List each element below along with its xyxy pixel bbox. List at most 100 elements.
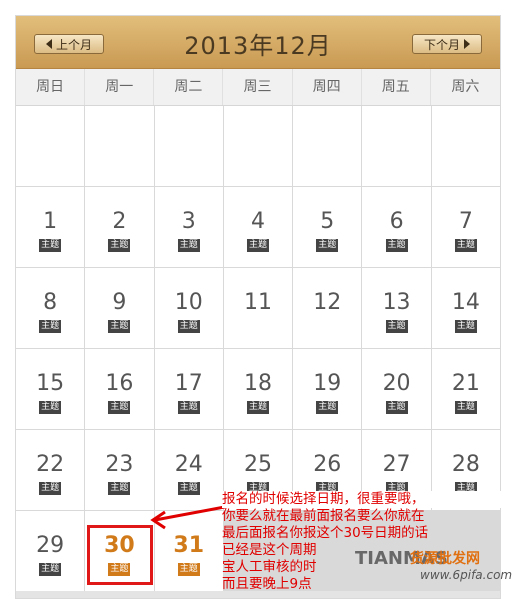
day-cell-18[interactable]: 18 主题 [223,349,293,429]
watermark-cn: 货源批发网 [410,551,480,567]
day-number: 7 [458,209,473,234]
next-month-button[interactable]: 下个月 [412,34,482,54]
day-cell-6[interactable]: 6 主题 [362,187,431,267]
day-theme-badge: 主题 [177,320,200,333]
weekday-tue: 周二 [154,69,224,105]
watermark-url: www.6pifa.com [420,568,513,582]
day-theme-badge: 主题 [246,401,269,414]
empty-day-cell [293,106,362,186]
day-number: 8 [43,290,58,315]
day-number: 17 [174,371,203,396]
day-cell-30[interactable]: 30 主题 [85,511,154,591]
chevron-right-icon [464,39,470,49]
day-cell-24[interactable]: 24 主题 [154,430,223,510]
day-cell-29[interactable]: 29 主题 [16,511,85,591]
day-theme-badge: 主题 [385,401,408,414]
annotation-line-3: 最后面报名你报这个30号日期的话 [222,525,429,541]
day-number: 29 [36,533,65,558]
day-cell-1[interactable]: 1 主题 [16,187,85,267]
day-cell-19[interactable]: 19 主题 [293,349,362,429]
day-number: 25 [243,452,272,477]
day-theme-badge: 主题 [108,320,131,333]
day-theme-badge: 主题 [454,401,477,414]
empty-day-cell [431,106,500,186]
day-cell-20[interactable]: 20 主题 [362,349,431,429]
day-number: 27 [382,452,411,477]
day-number: 23 [105,452,134,477]
annotation-line-1: 报名的时候选择日期，很重要哦， [222,491,522,508]
day-number: 28 [451,452,480,477]
empty-day-cell [154,106,223,186]
day-theme-badge: 主题 [108,239,131,252]
day-theme-badge: 主题 [454,320,477,333]
day-number: 1 [43,209,58,234]
weekday-thu: 周四 [293,69,362,105]
day-cell-10[interactable]: 10 主题 [154,268,223,348]
day-number: 14 [451,290,480,315]
day-theme-badge: 主题 [39,320,62,333]
empty-day-cell [85,106,154,186]
day-theme-badge: 主题 [39,482,62,495]
day-cell-4[interactable]: 4 主题 [223,187,293,267]
day-theme-badge: 主题 [454,239,477,252]
day-number: 3 [181,209,196,234]
day-cell-11[interactable]: 11 [223,268,293,348]
weekday-wed: 周三 [223,69,293,105]
day-cell-9[interactable]: 9 主题 [85,268,154,348]
day-number: 16 [105,371,134,396]
weekday-sun: 周日 [16,69,86,105]
day-number: 9 [112,290,127,315]
day-theme-badge: 主题 [39,563,62,576]
day-cell-3[interactable]: 3 主题 [154,187,223,267]
day-cell-16[interactable]: 16 主题 [85,349,154,429]
day-theme-badge: 主题 [177,563,200,576]
day-number: 11 [243,290,272,315]
day-theme-badge: 主题 [385,320,408,333]
day-cell-7[interactable]: 7 主题 [431,187,500,267]
day-theme-badge: 主题 [39,401,62,414]
day-number: 26 [313,452,342,477]
day-cell-2[interactable]: 2 主题 [85,187,154,267]
day-theme-badge: 主题 [316,239,339,252]
annotation-line-2: 你要么就在最前面报名要么你就在 [222,508,425,524]
day-number: 15 [36,371,65,396]
day-cell-5[interactable]: 5 主题 [293,187,362,267]
calendar-header: 上个月 2013年12月 下个月 [16,16,500,69]
day-theme-badge: 主题 [385,239,408,252]
day-number: 24 [174,452,203,477]
day-number: 20 [382,371,411,396]
day-cell-8[interactable]: 8 主题 [16,268,85,348]
day-theme-badge: 主题 [39,239,62,252]
weekday-mon: 周一 [85,69,155,105]
day-number: 18 [243,371,272,396]
empty-day-cell [16,106,85,186]
day-theme-badge: 主题 [177,401,200,414]
day-theme-badge: 主题 [316,401,339,414]
day-theme-badge: 主题 [177,482,200,495]
day-cell-22[interactable]: 22 主题 [16,430,85,510]
day-number: 22 [36,452,65,477]
day-cell-17[interactable]: 17 主题 [154,349,223,429]
day-number: 4 [250,209,265,234]
day-cell-12[interactable]: 12 [293,268,362,348]
day-theme-badge: 主题 [246,239,269,252]
day-number: 21 [451,371,480,396]
day-cell-14[interactable]: 14 主题 [431,268,500,348]
day-number: 13 [382,290,411,315]
day-theme-badge: 主题 [177,239,200,252]
weekday-fri: 周五 [362,69,431,105]
day-cell-21[interactable]: 21 主题 [431,349,500,429]
day-number: 19 [313,371,342,396]
day-theme-badge: 主题 [108,482,131,495]
day-cell-13[interactable]: 13 主题 [362,268,431,348]
day-number: 12 [313,290,342,315]
day-number: 5 [320,209,335,234]
day-number: 2 [112,209,127,234]
weekday-header-row: 周日 周一 周二 周三 周四 周五 周六 [16,69,500,106]
next-month-label: 下个月 [423,37,460,52]
day-cell-23[interactable]: 23 主题 [85,430,154,510]
weekday-sat: 周六 [451,79,480,95]
empty-day-cell [362,106,431,186]
day-number: 10 [174,290,203,315]
day-cell-15[interactable]: 15 主题 [16,349,85,429]
